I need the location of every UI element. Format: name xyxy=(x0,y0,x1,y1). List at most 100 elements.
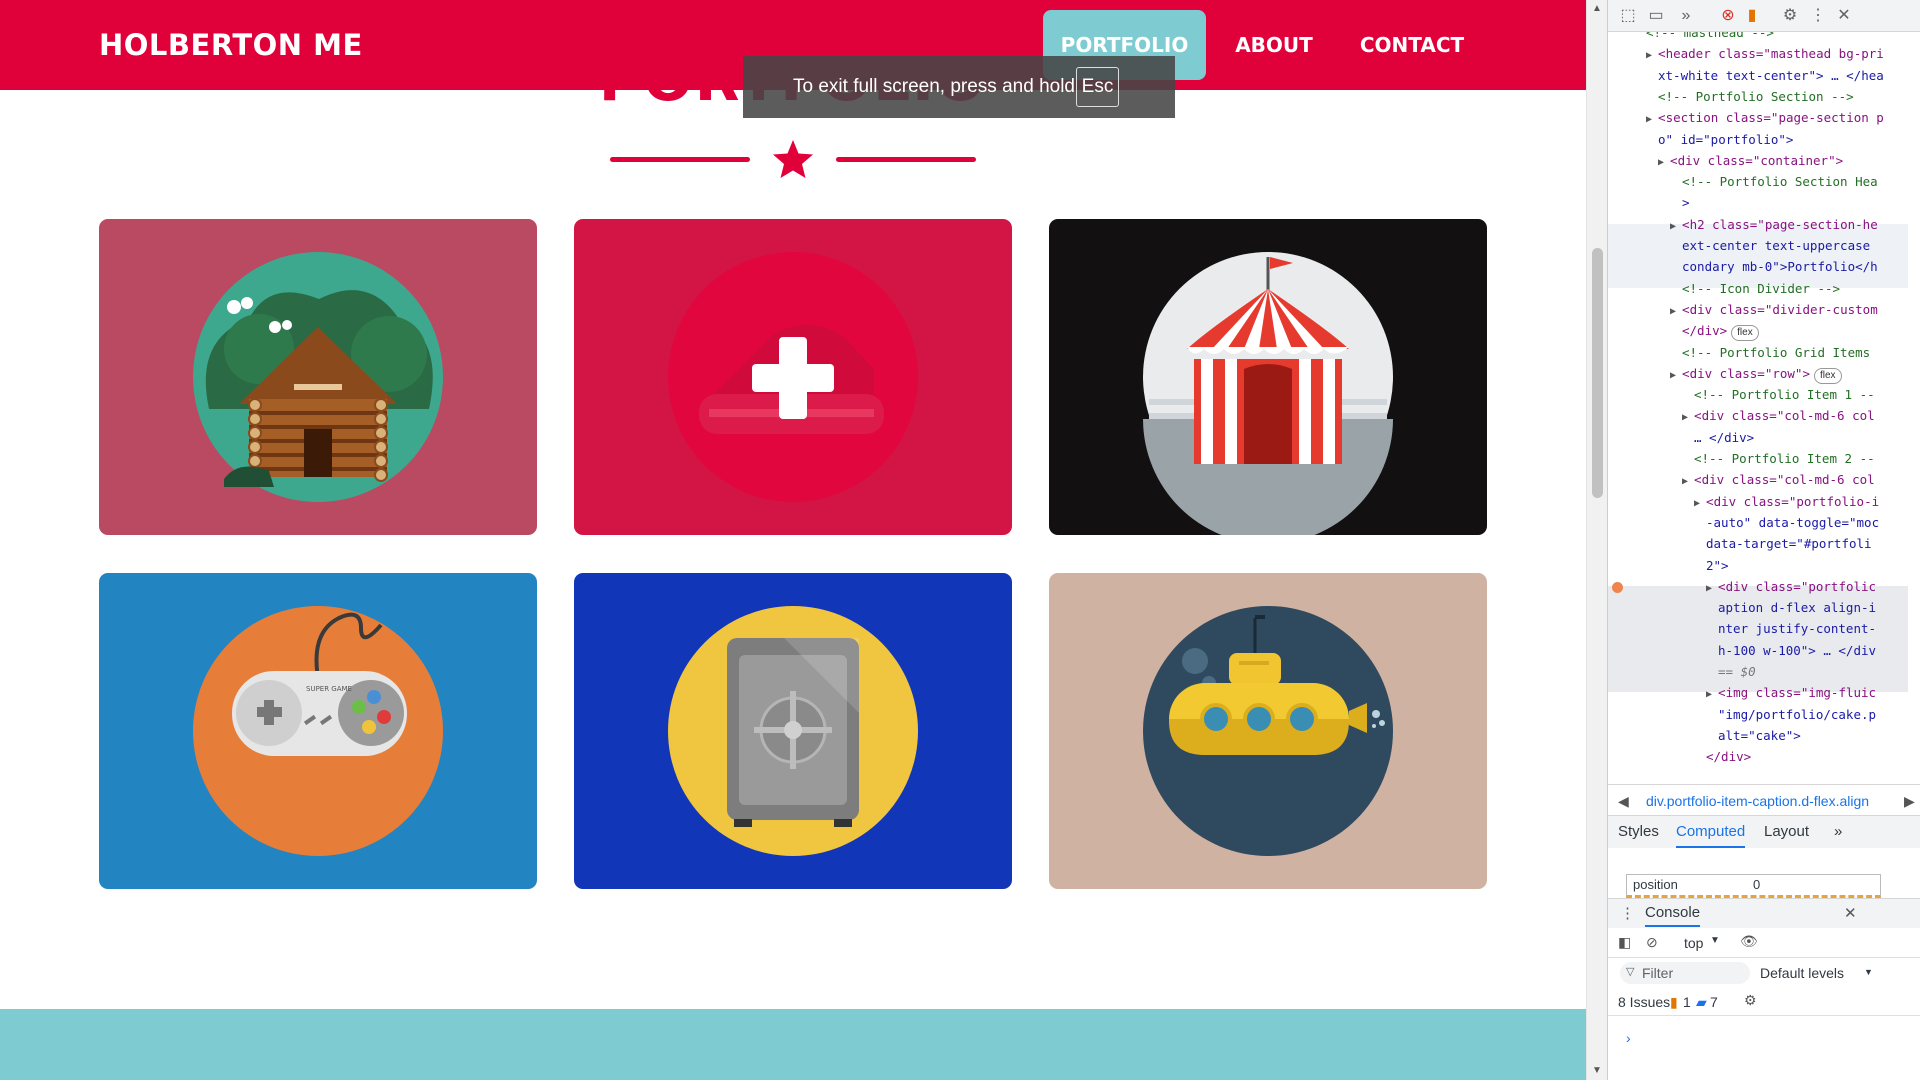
dom-node-line[interactable]: ▶ <div class="portfolio-i xyxy=(1694,491,1879,514)
star-icon xyxy=(773,140,813,178)
dom-node-line[interactable]: ▶ <div class="portfolic xyxy=(1706,576,1876,599)
dom-node-line[interactable]: </div> flex xyxy=(1682,320,1759,342)
dom-node-line[interactable]: ext-center text-uppercase xyxy=(1682,235,1870,256)
dom-node-line[interactable]: <!-- Portfolio Item 2 -- xyxy=(1694,448,1875,469)
tab-computed[interactable]: Computed xyxy=(1676,823,1746,848)
expand-triangle-icon[interactable]: ▶ xyxy=(1646,114,1658,125)
dom-node-line[interactable]: ▶ <div class="container"> xyxy=(1658,150,1843,173)
close-drawer-icon[interactable]: ✕ xyxy=(1844,904,1857,922)
dom-node-line[interactable]: ▶ <div class="col-md-6 col xyxy=(1682,469,1875,492)
dom-breadcrumb[interactable]: ◀ div.portfolio-item-caption.d-flex.alig… xyxy=(1608,784,1920,816)
portfolio-item-safe[interactable] xyxy=(574,573,1012,889)
computed-property-row[interactable]: position 0 xyxy=(1626,874,1881,898)
dom-node-line[interactable]: data-target="#portfoli xyxy=(1706,533,1872,554)
flex-badge[interactable]: flex xyxy=(1813,367,1842,384)
nav-link-about[interactable]: ABOUT xyxy=(1222,10,1326,80)
dom-breakpoint-marker[interactable] xyxy=(1612,581,1623,593)
issues-settings-icon[interactable]: ⚙ xyxy=(1744,992,1757,1009)
dom-node-line[interactable]: <!-- Portfolio Section --> xyxy=(1658,86,1854,107)
dom-node-line[interactable]: ▶ <img class="img-fluic xyxy=(1706,682,1876,705)
dom-node-line[interactable]: xt-white text-center"> … </hea xyxy=(1658,65,1884,86)
warning-icon[interactable]: ▮ xyxy=(1742,6,1762,26)
dom-node-line[interactable]: == $0 xyxy=(1718,661,1756,682)
expand-triangle-icon[interactable]: ▶ xyxy=(1682,476,1694,487)
dom-node-line[interactable]: 2"> xyxy=(1706,555,1729,576)
dom-node-line[interactable]: > xyxy=(1682,192,1690,213)
dom-node-line[interactable]: ▶ <section class="page-section p xyxy=(1646,107,1884,130)
dom-node-line[interactable]: <!-- Portfolio Grid Items xyxy=(1682,342,1870,363)
tab-styles[interactable]: Styles xyxy=(1618,823,1659,840)
inspect-element-icon[interactable]: ⬚ xyxy=(1618,6,1638,26)
expand-triangle-icon[interactable]: ▶ xyxy=(1682,412,1694,423)
scroll-up-icon[interactable]: ▲ xyxy=(1587,0,1607,18)
expand-triangle-icon[interactable]: ▶ xyxy=(1706,689,1718,700)
nav-link-contact[interactable]: CONTACT xyxy=(1350,10,1474,80)
dom-node-line[interactable]: o" id="portfolio"> xyxy=(1658,129,1793,150)
expand-triangle-icon[interactable]: ▶ xyxy=(1670,221,1682,232)
clear-console-icon[interactable]: ⊘ xyxy=(1646,934,1658,951)
dom-node-line[interactable]: <!-- masthead --> xyxy=(1646,32,1774,43)
portfolio-item-cabin[interactable] xyxy=(99,219,537,535)
log-levels-dropdown[interactable]: Default levels xyxy=(1760,965,1844,981)
issues-bar[interactable]: 8 Issues: ▮ 1 ▰ 7 ⚙ xyxy=(1608,988,1920,1016)
dom-node-line[interactable]: ▶ <header class="masthead bg-pri xyxy=(1646,43,1884,66)
expand-triangle-icon[interactable]: ▶ xyxy=(1670,306,1682,317)
scroll-down-icon[interactable]: ▼ xyxy=(1587,1062,1607,1080)
sidebar-toggle-icon[interactable]: ◧ xyxy=(1618,934,1631,951)
console-prompt[interactable]: › xyxy=(1626,1030,1631,1046)
esc-key-hint: Esc xyxy=(1076,67,1119,107)
dom-node-line[interactable]: ▶ <div class="row"> flex xyxy=(1670,363,1842,386)
drawer-menu-icon[interactable]: ⋮ xyxy=(1620,904,1635,922)
expand-triangle-icon[interactable]: ▶ xyxy=(1706,583,1718,594)
portfolio-item-circus-tent[interactable] xyxy=(1049,219,1487,535)
dom-node-line[interactable]: nter justify-content- xyxy=(1718,618,1876,639)
error-icon[interactable]: ⊗ xyxy=(1718,6,1738,26)
console-tab[interactable]: Console xyxy=(1645,904,1701,927)
elements-tree[interactable]: <!-- masthead --> ▶ <header class="masthe… xyxy=(1608,32,1908,764)
dom-node-line[interactable]: h-100 w-100"> … </div xyxy=(1718,640,1876,661)
close-devtools-icon[interactable]: ✕ xyxy=(1834,6,1854,26)
issues-warning-count: 1 xyxy=(1683,994,1691,1010)
live-expression-eye-icon[interactable]: 👁 xyxy=(1740,933,1758,950)
dom-node-line[interactable]: <!-- Portfolio Section Hea xyxy=(1682,171,1878,192)
portfolio-item-submarine[interactable] xyxy=(1049,573,1487,889)
portfolio-item-game-controller[interactable]: SUPER GAME xyxy=(99,573,537,889)
dom-node-line[interactable]: <!-- Portfolio Item 1 -- xyxy=(1694,384,1875,405)
expand-triangle-icon[interactable]: ▶ xyxy=(1658,157,1670,168)
expand-triangle-icon[interactable]: ▶ xyxy=(1694,498,1706,509)
tab-layout[interactable]: Layout xyxy=(1764,823,1809,840)
dom-node-line[interactable]: "img/portfolio/cake.p xyxy=(1718,704,1876,725)
submarine-icon xyxy=(1143,606,1393,856)
breadcrumb-right-icon[interactable]: ▶ xyxy=(1904,785,1915,817)
dom-node-line[interactable]: </div> xyxy=(1706,746,1751,764)
brand-logo[interactable]: HOLBERTON ME xyxy=(99,28,363,62)
about-section-band xyxy=(0,1009,1586,1080)
flex-badge[interactable]: flex xyxy=(1731,325,1759,342)
dom-node-line[interactable]: alt="cake"> xyxy=(1718,725,1801,746)
console-filter-input[interactable]: Filter xyxy=(1620,962,1750,984)
kebab-menu-icon[interactable]: ⋮ xyxy=(1808,6,1828,26)
portfolio-item-cake[interactable] xyxy=(574,219,1012,535)
dom-node-line[interactable]: condary mb-0">Portfolio</h xyxy=(1682,256,1878,277)
context-dropdown-icon[interactable]: ▼ xyxy=(1710,935,1720,946)
expand-triangle-icon[interactable]: ▶ xyxy=(1670,370,1682,381)
divider-line-left xyxy=(610,157,750,162)
expand-triangle-icon[interactable]: ▶ xyxy=(1646,50,1658,61)
more-panels-icon[interactable]: » xyxy=(1834,823,1842,840)
dom-node-line[interactable]: ▶ <div class="col-md-6 col xyxy=(1682,405,1875,428)
dom-node-line[interactable]: -auto" data-toggle="moc xyxy=(1706,512,1879,533)
breadcrumb-left-icon[interactable]: ◀ xyxy=(1618,785,1629,817)
breadcrumb-path[interactable]: div.portfolio-item-caption.d-flex.align xyxy=(1646,785,1896,817)
dom-node-line[interactable]: ▶ <div class="divider-custom xyxy=(1670,299,1878,322)
levels-chevron-icon[interactable]: ▼ xyxy=(1864,967,1873,977)
dom-node-line[interactable]: … </div> xyxy=(1694,427,1754,448)
more-tabs-icon[interactable]: » xyxy=(1676,6,1696,26)
scrollbar-thumb[interactable] xyxy=(1592,248,1603,498)
context-selector[interactable]: top xyxy=(1684,935,1703,951)
settings-gear-icon[interactable]: ⚙ xyxy=(1780,6,1800,26)
page-scrollbar[interactable]: ▲ ▼ xyxy=(1586,0,1607,1080)
dom-node-line[interactable]: <!-- Icon Divider --> xyxy=(1682,278,1840,299)
device-toolbar-icon[interactable]: ▭ xyxy=(1646,6,1666,26)
dom-node-line[interactable]: aption d-flex align-i xyxy=(1718,597,1876,618)
dom-node-line[interactable]: ▶ <h2 class="page-section-he xyxy=(1670,214,1878,237)
